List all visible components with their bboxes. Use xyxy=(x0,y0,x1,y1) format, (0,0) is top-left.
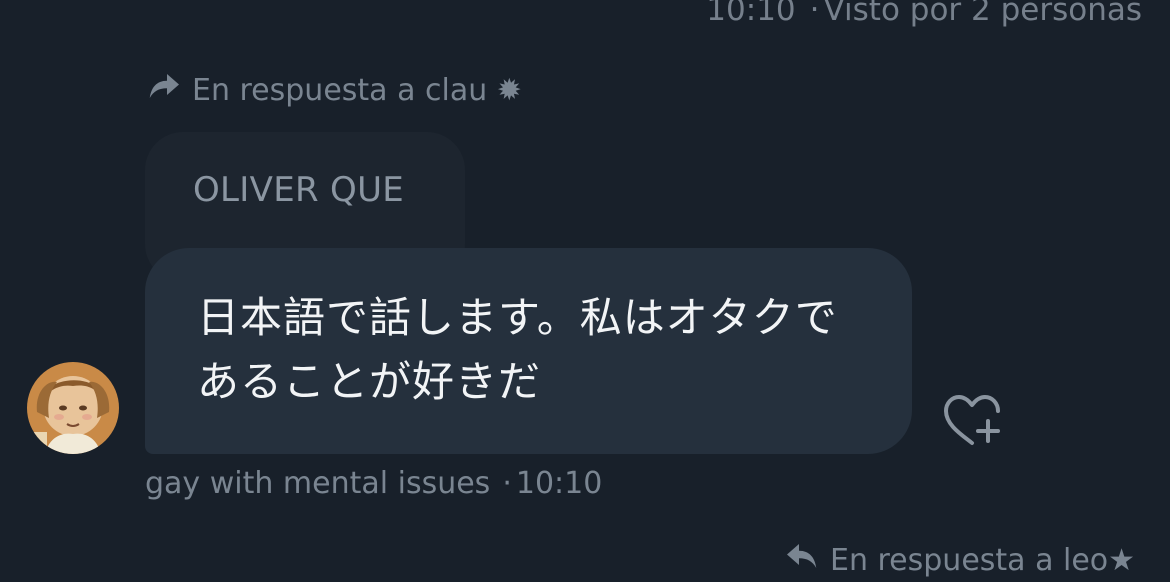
separator-dot: · xyxy=(809,0,820,28)
reply-arrow-icon xyxy=(784,538,820,582)
heart-plus-icon[interactable] xyxy=(940,393,1004,449)
reply-context[interactable]: En respuesta a clau ✹ xyxy=(146,68,522,112)
seen-by-label: Visto por 2 personas xyxy=(823,0,1143,28)
reply-arrow-icon xyxy=(146,68,182,112)
message-bubble[interactable]: 日本語で話します。私はオタクであることが好きだ xyxy=(145,248,912,454)
previous-message-time: 10:10 xyxy=(706,0,796,28)
quoted-message-text: OLIVER QUE xyxy=(193,170,405,210)
avatar[interactable] xyxy=(27,362,119,454)
reply-context-label: En respuesta a clau ✹ xyxy=(192,72,522,108)
message-meta: gay with mental issues · 10:10 xyxy=(145,466,602,501)
message-time: 10:10 xyxy=(515,466,603,501)
previous-message-status: 10:10 · Visto por 2 personas xyxy=(706,0,1142,28)
next-reply-context-label: En respuesta a leo★ xyxy=(830,542,1136,578)
separator-dot: · xyxy=(502,466,512,501)
sender-name[interactable]: gay with mental issues xyxy=(145,466,490,501)
next-reply-context[interactable]: En respuesta a leo★ xyxy=(784,538,1135,582)
message-text: 日本語で話します。私はオタクであることが好きだ xyxy=(197,293,838,406)
